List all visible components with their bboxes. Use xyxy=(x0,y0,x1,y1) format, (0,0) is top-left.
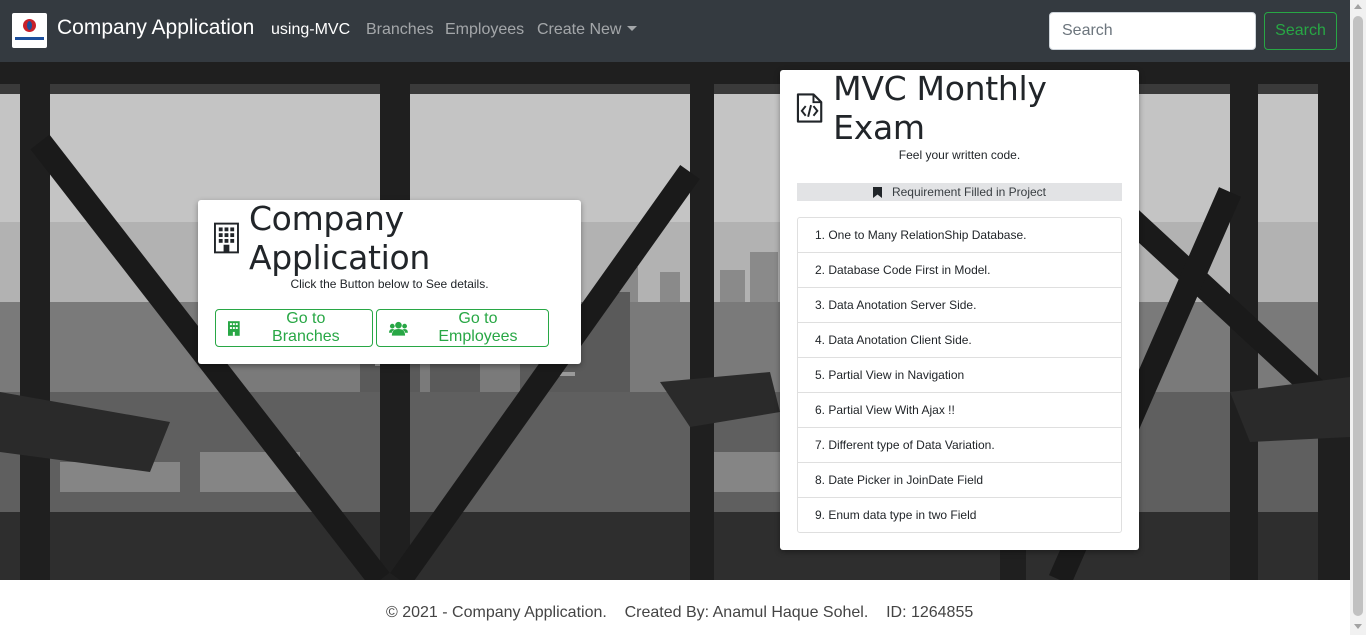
code-file-icon xyxy=(796,93,823,123)
list-item: 9. Enum data type in two Field xyxy=(798,497,1121,532)
go-to-employees-button[interactable]: Go to Employees xyxy=(376,309,549,347)
go-to-employees-label: Go to Employees xyxy=(438,310,518,345)
go-to-branches-button[interactable]: Go to Branches xyxy=(215,309,373,347)
list-item: 4. Data Anotation Client Side. xyxy=(798,322,1121,357)
list-item: 3. Data Anotation Server Side. xyxy=(798,287,1121,322)
scroll-up-arrow-icon[interactable] xyxy=(1354,4,1362,9)
bookmark-icon xyxy=(872,186,882,198)
list-item: 2. Database Code First in Model. xyxy=(798,252,1121,287)
search-button[interactable]: Search xyxy=(1264,12,1337,50)
list-item: 8. Date Picker in JoinDate Field xyxy=(798,462,1121,497)
navbar-brand[interactable]: Company Application xyxy=(57,16,254,40)
caret-down-icon xyxy=(627,26,638,31)
footer-text: © 2021 - Company Application. Created By… xyxy=(386,604,974,621)
nav-link-branches[interactable]: Branches xyxy=(366,21,434,39)
card-subtitle: Click the Button below to See details. xyxy=(290,277,489,291)
requirement-banner-label: Requirement Filled in Project xyxy=(891,185,1047,199)
company-logo-icon[interactable] xyxy=(12,13,47,48)
company-application-card: Company Application Click the Button bel… xyxy=(198,199,581,364)
card-subtitle: Feel your written code. xyxy=(898,148,1021,162)
list-item: 6. Partial View With Ajax !! xyxy=(798,392,1121,427)
list-item: 7. Different type of Data Variation. xyxy=(798,427,1121,462)
requirement-list: 1. One to Many RelationShip Database. 2.… xyxy=(797,217,1122,533)
go-to-branches-label: Go to Branches xyxy=(272,310,340,345)
navbar: Company Application using-MVC Branches E… xyxy=(0,0,1350,62)
nav-link-employees[interactable]: Employees xyxy=(445,21,524,39)
building-icon xyxy=(228,320,240,336)
mvc-exam-heading: MVC Monthly Exam xyxy=(796,69,1139,147)
nav-dropdown-label: Create New xyxy=(537,21,622,38)
requirement-banner: Requirement Filled in Project xyxy=(797,183,1122,201)
nav-link-using-mvc[interactable]: using-MVC xyxy=(271,21,350,39)
search-input[interactable] xyxy=(1049,12,1256,50)
footer: © 2021 - Company Application. Created By… xyxy=(0,580,1350,635)
scrollbar-thumb[interactable] xyxy=(1353,16,1363,616)
nav-dropdown-create-new[interactable]: Create New xyxy=(537,21,638,39)
list-item: 5. Partial View in Navigation xyxy=(798,357,1121,392)
users-icon xyxy=(389,321,408,336)
building-icon xyxy=(214,222,239,254)
company-application-heading: Company Application xyxy=(214,199,581,277)
card-title: Company Application xyxy=(248,199,431,277)
vertical-scrollbar[interactable] xyxy=(1350,0,1366,635)
list-item: 1. One to Many RelationShip Database. xyxy=(815,228,1027,242)
card-title: MVC Monthly Exam xyxy=(833,69,1047,147)
mvc-monthly-exam-card: MVC Monthly Exam Feel your written code.… xyxy=(780,69,1139,550)
scroll-down-arrow-icon[interactable] xyxy=(1354,624,1362,629)
